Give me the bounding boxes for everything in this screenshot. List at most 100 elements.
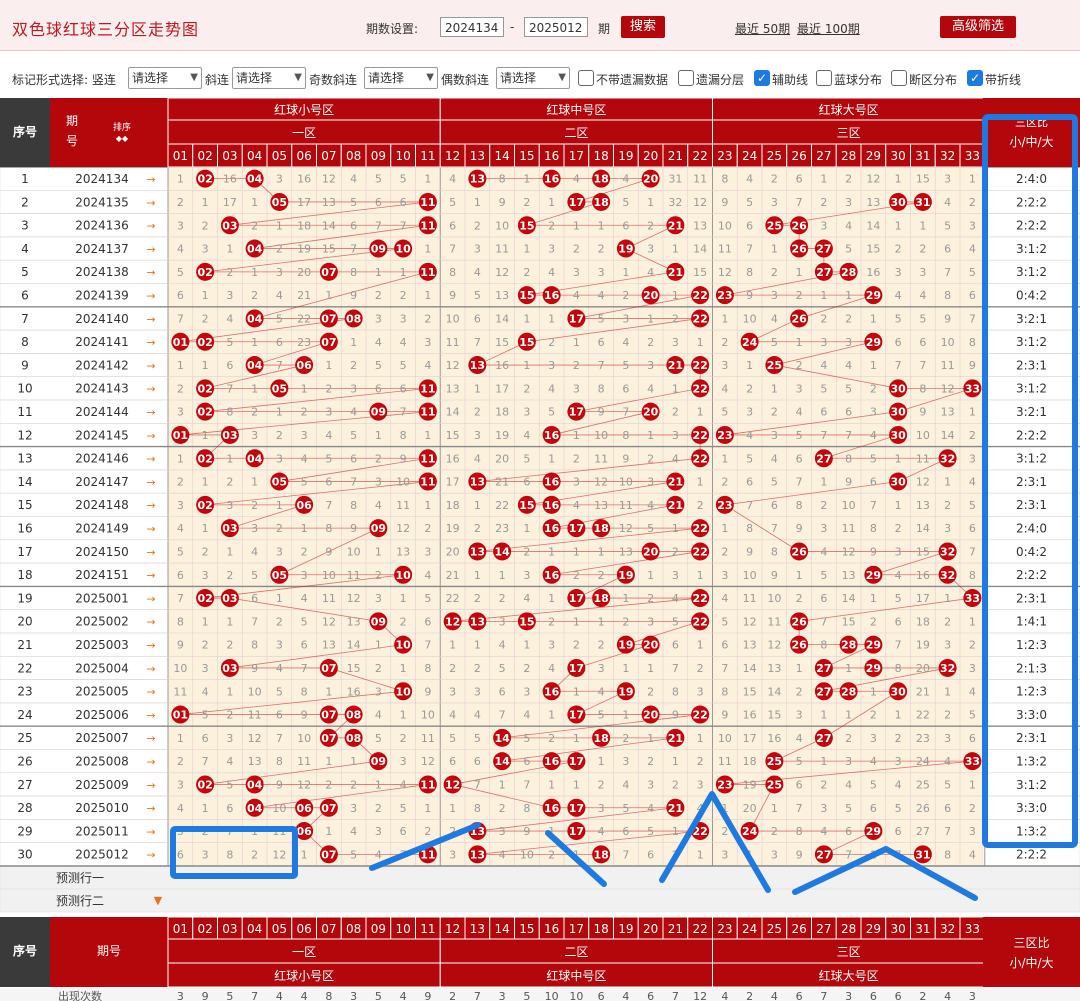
missing-count: 5 [350, 196, 357, 209]
missing-count: 12 [446, 359, 460, 372]
number-footer: 15 [519, 922, 534, 936]
missing-count: 9 [301, 709, 308, 722]
missing-count: 2 [969, 429, 976, 442]
missing-count: 6 [202, 732, 209, 745]
missing-count: 4 [746, 173, 753, 186]
red-ball-number: 16 [544, 755, 560, 768]
missing-count: 13 [396, 545, 410, 558]
red-ball-number: 20 [643, 173, 659, 186]
missing-count: 1 [226, 685, 233, 698]
arrow-down-icon[interactable]: ▼ [154, 894, 163, 907]
missing-count: 12 [396, 522, 410, 535]
row-seq: 17 [17, 545, 32, 559]
missing-count: 1 [697, 336, 704, 349]
missing-count: 7 [276, 359, 283, 372]
missing-count: 4 [276, 289, 283, 302]
red-ball-number: 16 [544, 289, 560, 302]
missing-count: 10 [248, 685, 262, 698]
row-issue: 2024135 [75, 195, 128, 209]
missing-count: 6 [375, 382, 382, 395]
missing-count: 7 [375, 219, 382, 232]
red-ball-number: 07 [321, 848, 336, 861]
missing-count: 6 [672, 639, 679, 652]
occurrence-count: 9 [202, 990, 209, 1001]
missing-count: 12 [941, 382, 955, 395]
missing-count: 2 [598, 243, 605, 256]
missing-count: 5 [796, 755, 803, 768]
number-header: 25 [767, 149, 782, 163]
missing-count: 5 [721, 406, 728, 419]
arrow-right-icon: → [146, 220, 155, 233]
missing-count: 12 [272, 848, 286, 861]
missing-count: 11 [718, 243, 732, 256]
missing-count: 11 [916, 452, 930, 465]
red-ball-number: 02 [197, 592, 212, 605]
missing-count: 1 [202, 802, 209, 815]
missing-count: 4 [177, 802, 184, 815]
missing-count: 4 [845, 359, 852, 372]
missing-count: 5 [202, 709, 209, 722]
missing-count: 1 [400, 266, 407, 279]
occurrence-row-bg [0, 988, 1080, 1001]
missing-count: 5 [796, 429, 803, 442]
missing-count: 23 [916, 732, 930, 745]
missing-count: 6 [969, 732, 976, 745]
missing-count: 17 [297, 196, 311, 209]
missing-count: 2 [251, 499, 258, 512]
missing-count: 3 [598, 266, 605, 279]
issue-header-1: 期 [66, 114, 78, 128]
missing-count: 2 [895, 243, 902, 256]
missing-count: 13 [446, 382, 460, 395]
missing-count: 12 [248, 732, 262, 745]
missing-count: 9 [325, 545, 332, 558]
missing-count: 5 [350, 429, 357, 442]
red-ball-number: 24 [742, 336, 758, 349]
missing-count: 1 [474, 569, 481, 582]
missing-count: 3 [969, 825, 976, 838]
number-header: 16 [544, 149, 559, 163]
missing-count: 1 [746, 359, 753, 372]
missing-count: 2 [672, 778, 679, 791]
missing-count: 5 [598, 709, 605, 722]
red-ball-number: 01 [173, 709, 188, 722]
number-footer: 10 [395, 922, 410, 936]
missing-count: 4 [523, 592, 530, 605]
missing-count: 3 [647, 243, 654, 256]
missing-count: 11 [446, 336, 460, 349]
zone-footer-name: 红球中号区 [546, 968, 606, 983]
number-header: 21 [668, 149, 683, 163]
missing-count: 1 [647, 196, 654, 209]
missing-count: 2 [251, 848, 258, 861]
number-header: 09 [371, 149, 386, 163]
missing-count: 4 [944, 755, 951, 768]
red-ball-number: 21 [668, 802, 683, 815]
missing-count: 2 [449, 662, 456, 675]
missing-count: 1 [251, 476, 258, 489]
missing-count: 10 [718, 219, 732, 232]
missing-count: 3 [325, 406, 332, 419]
row-seq: 13 [17, 452, 32, 466]
arrow-right-icon: → [146, 709, 155, 722]
missing-count: 1 [622, 709, 629, 722]
missing-count: 1 [548, 778, 555, 791]
missing-count: 1 [647, 312, 654, 325]
missing-count: 3 [622, 755, 629, 768]
missing-count: 6 [400, 196, 407, 209]
missing-count: 8 [449, 266, 456, 279]
missing-count: 8 [276, 755, 283, 768]
missing-count: 1 [523, 359, 530, 372]
red-ball-number: 09 [371, 755, 386, 768]
missing-count: 9 [746, 545, 753, 558]
missing-count: 1 [870, 359, 877, 372]
red-ball-number: 26 [791, 219, 807, 232]
red-ball-number: 02 [197, 336, 212, 349]
missing-count: 11 [767, 615, 781, 628]
missing-count: 1 [276, 406, 283, 419]
missing-count: 4 [845, 778, 852, 791]
missing-count: 6 [845, 406, 852, 419]
missing-count: 12 [322, 173, 336, 186]
missing-count: 13 [693, 219, 707, 232]
number-header: 14 [494, 149, 509, 163]
missing-count: 8 [400, 429, 407, 442]
missing-count: 1 [424, 499, 431, 512]
